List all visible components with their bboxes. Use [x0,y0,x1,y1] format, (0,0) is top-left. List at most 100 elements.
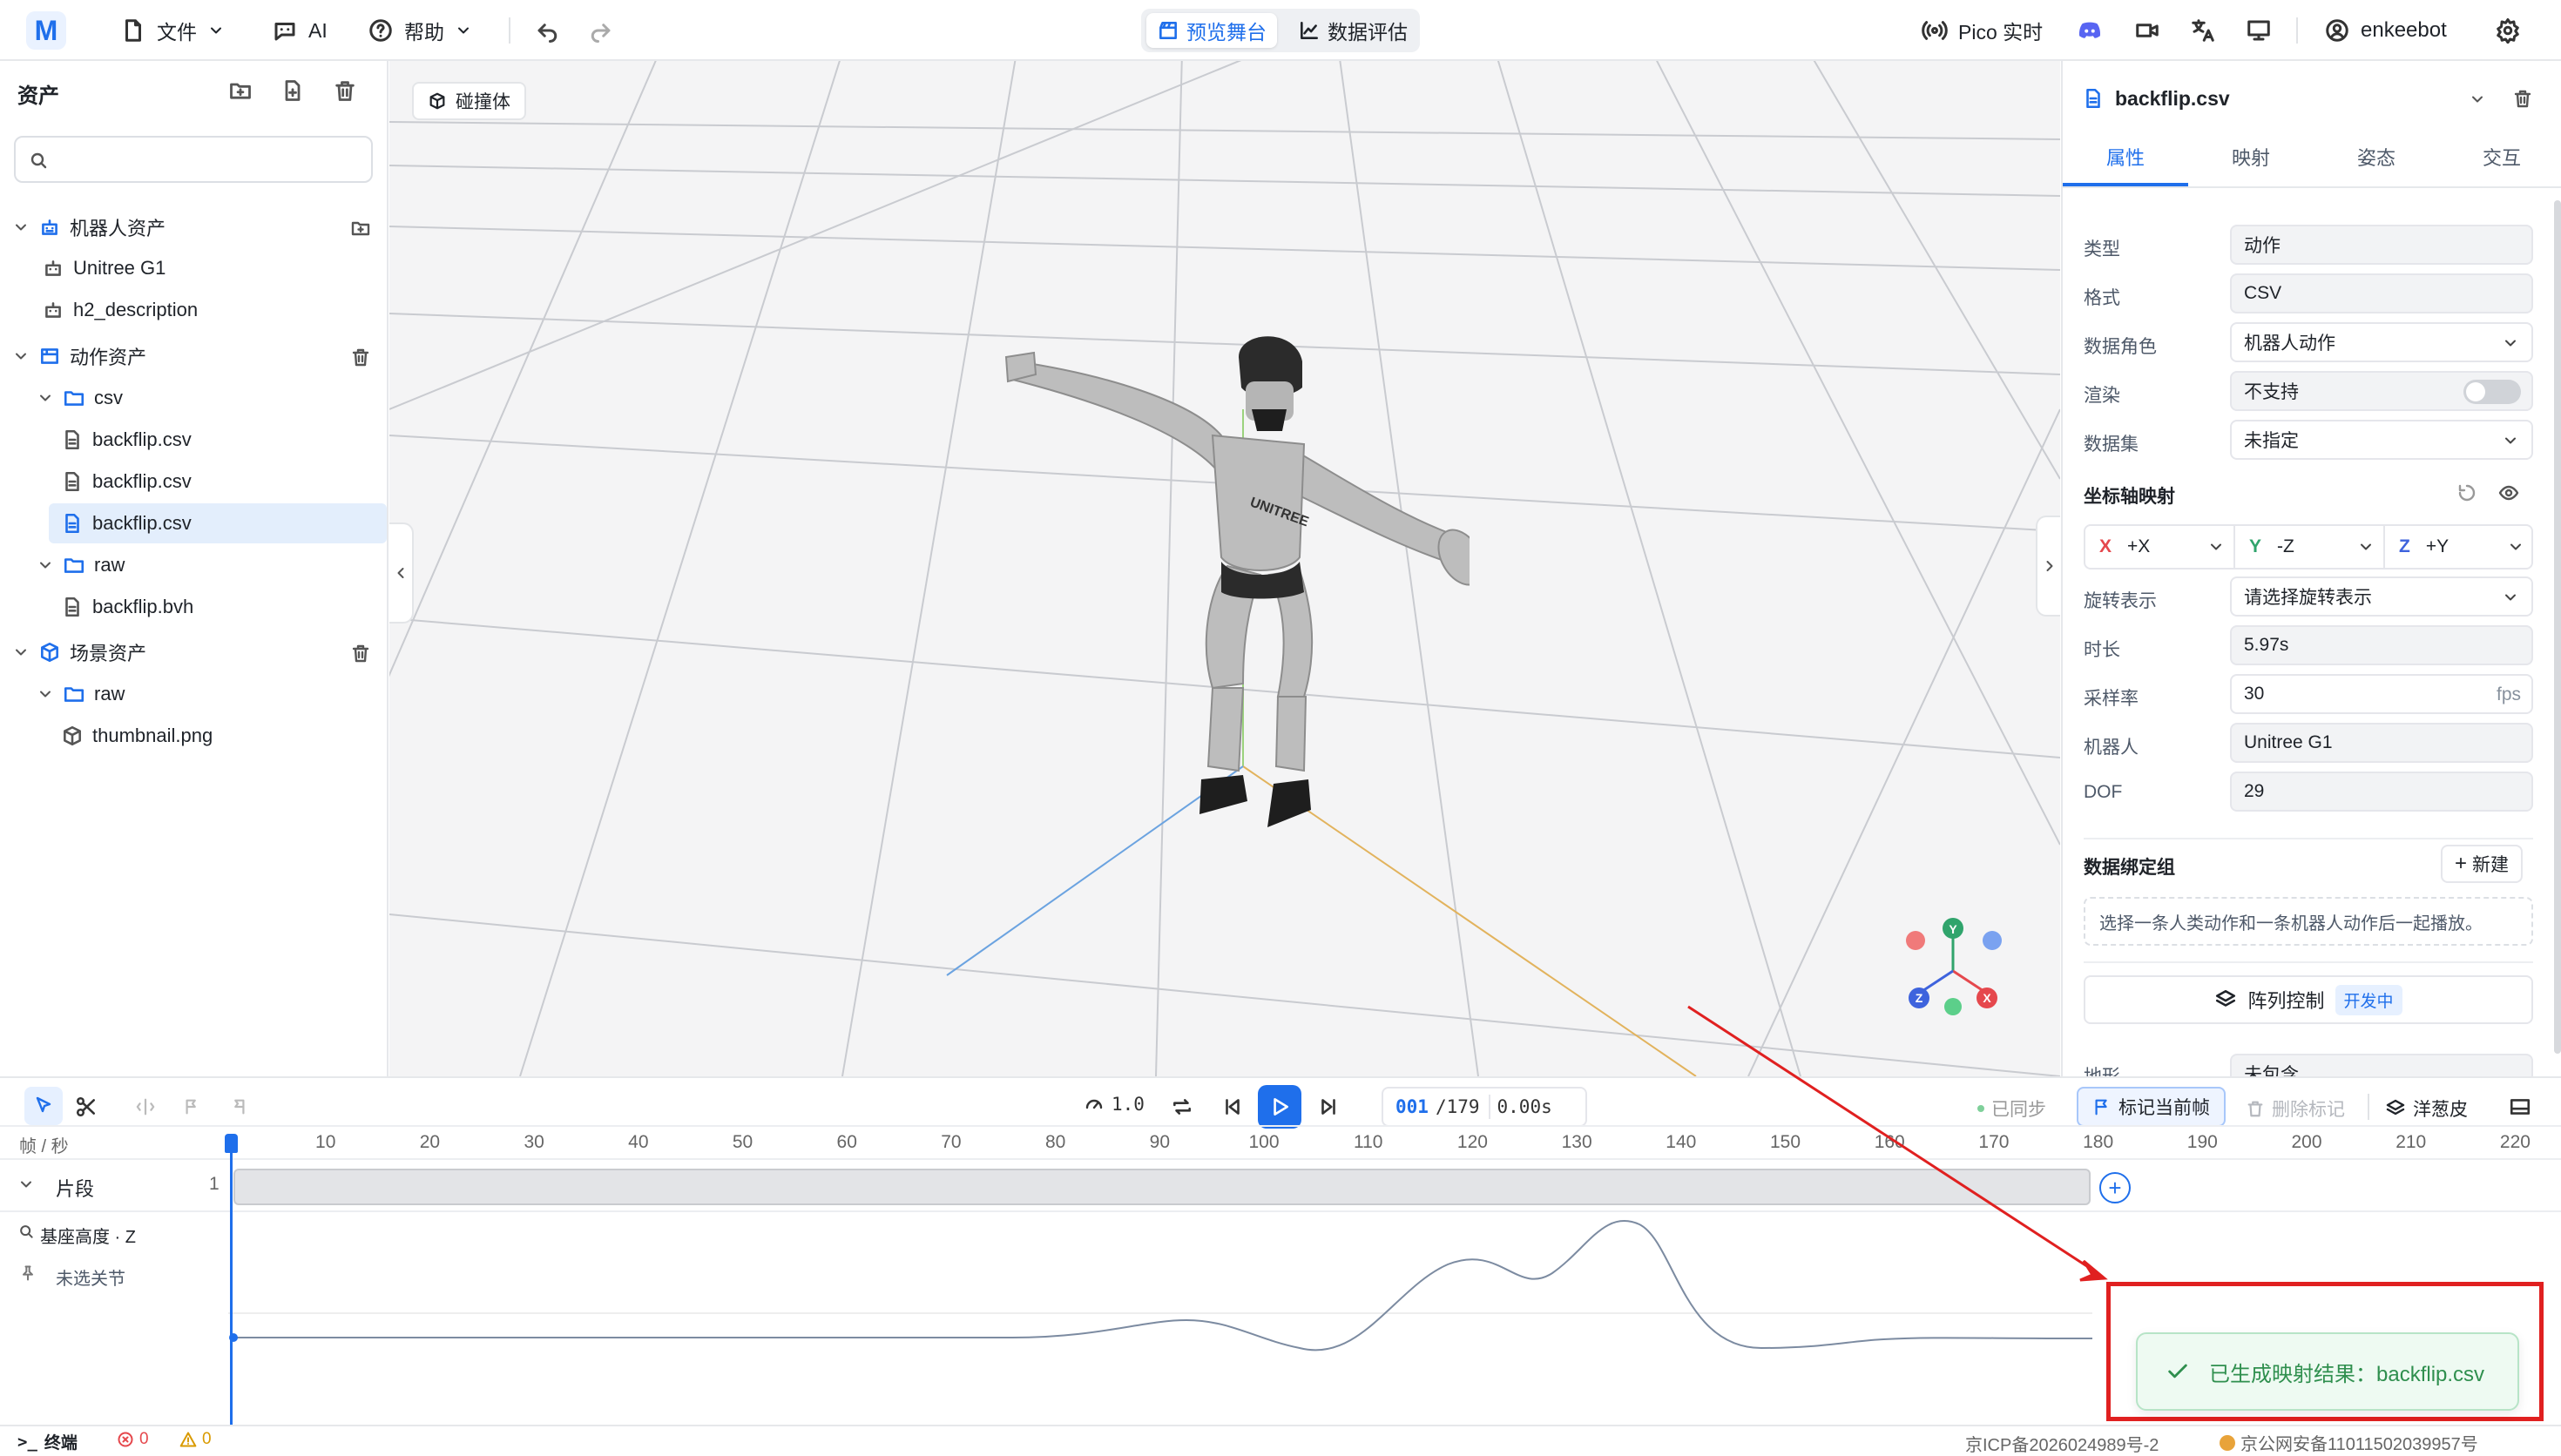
panel-scrollbar[interactable] [2554,200,2561,1054]
trash-icon[interactable] [350,643,371,664]
collapse-right-handle[interactable] [2036,516,2060,617]
error-count[interactable]: 0 [117,1430,149,1449]
new-binding-button[interactable]: + 新建 [2441,845,2524,883]
play-icon [1274,1098,1288,1116]
render-toggle[interactable] [2463,380,2521,404]
tab-preview-stage[interactable]: 预览舞台 [1146,13,1277,48]
tree-item-file[interactable]: backflip.csv [0,420,387,460]
video-icon[interactable] [2134,17,2160,44]
new-file-icon[interactable] [280,78,305,103]
tree-item-file-selected[interactable]: backflip.csv [49,503,387,543]
prop-label-dataset: 数据集 [2084,435,2139,455]
icp-link[interactable]: 京ICP备2026024989号-2 [1965,1431,2159,1456]
3d-viewport[interactable]: 碰撞体 UNITREE Y X Z [389,61,2060,1076]
tree-folder-raw[interactable]: raw [0,674,387,714]
discord-icon[interactable] [2077,17,2103,44]
error-icon [118,1432,133,1447]
array-control-button[interactable]: 阵列控制 开发中 [2084,975,2533,1024]
mark-in-icon[interactable] [183,1097,202,1116]
tab-data-eval[interactable]: 数据评估 [1287,13,1418,48]
tree-item-robot[interactable]: Unitree G1 [0,248,387,288]
select-tool[interactable] [24,1087,63,1125]
axis-x-select[interactable]: X +X [2085,526,2235,568]
tab-mapping[interactable]: 映射 [2188,139,2314,186]
terminal-toggle[interactable]: >_ 终端 [17,1430,78,1453]
chevron-down-icon[interactable] [2469,91,2486,108]
data-role-select[interactable]: 机器人动作 [2230,322,2533,362]
tree-group-motion-assets[interactable]: 动作资产 [0,336,387,376]
tree-item-file[interactable]: backflip.bvh [0,587,387,627]
trash-icon[interactable] [2512,88,2533,109]
user-menu[interactable]: enkeebot [2324,12,2447,49]
split-icon[interactable] [136,1097,155,1116]
tree-item-file[interactable]: thumbnail.png [0,716,387,756]
playhead-handle[interactable] [225,1134,238,1153]
tree-group-robot-assets[interactable]: 机器人资产 [0,207,387,247]
tree-folder-raw[interactable]: raw [0,545,387,585]
search-input[interactable] [57,145,362,174]
ruler-tick-label: 60 [836,1132,857,1152]
delete-mark-button[interactable]: 删除标记 [2246,1095,2345,1122]
gear-icon[interactable] [2495,17,2521,44]
binding-title: 数据绑定组 [2084,858,2175,878]
rotation-select[interactable]: 请选择旋转表示 [2230,576,2533,617]
police-link[interactable]: 京公网安备11011502039957号 [2220,1430,2478,1455]
loop-icon[interactable] [1171,1095,1193,1118]
skip-back-icon[interactable] [1221,1095,1244,1118]
reset-icon[interactable] [2456,482,2477,503]
file-icon [125,19,141,42]
axis-mapping-row: X +X Y -Z Z +Y [2084,524,2533,570]
skip-forward-icon[interactable] [1317,1095,1340,1118]
prop-label-dof: DOF [2084,782,2123,802]
collider-button[interactable]: 碰撞体 [412,82,526,120]
monitor-icon[interactable] [2246,17,2272,44]
ai-menu[interactable]: AI [272,12,328,49]
pico-live-button[interactable]: Pico 实时 [1922,12,2043,49]
prop-value-type: 动作 [2230,225,2533,265]
prop-label-sample-rate: 采样率 [2084,689,2139,709]
mark-out-icon[interactable] [228,1097,247,1116]
collapse-left-handle[interactable] [389,522,414,624]
pin-icon [23,1265,33,1281]
axis-y-select[interactable]: Y -Z [2235,526,2385,568]
tab-interaction[interactable]: 交互 [2439,139,2561,186]
ruler[interactable] [0,1125,2561,1160]
search-box[interactable] [14,136,373,183]
add-folder-icon[interactable] [350,218,371,239]
onion-skin-button[interactable]: 洋葱皮 [2385,1095,2468,1122]
axis-mapping-title: 坐标轴映射 [2084,487,2175,507]
dataset-select[interactable]: 未指定 [2230,420,2533,460]
tab-properties[interactable]: 属性 [2063,139,2188,186]
tree-item-robot[interactable]: h2_description [0,290,387,330]
translate-icon[interactable] [2190,17,2216,44]
prop-label-duration: 时长 [2084,640,2120,660]
ruler-tick-label: 80 [1044,1132,1066,1152]
playback-speed[interactable]: 1.0 [1084,1094,1145,1115]
file-menu[interactable]: 文件 [120,12,225,49]
trash-icon[interactable] [333,78,357,103]
tree-folder-csv[interactable]: csv [0,378,387,418]
sample-rate-input[interactable]: 30 fps [2230,674,2533,714]
tree-group-scene-assets[interactable]: 场景资产 [0,632,387,672]
tree-item-file[interactable]: backflip.csv [0,462,387,502]
redo-icon[interactable] [587,17,613,44]
tab-pose[interactable]: 姿态 [2314,139,2439,186]
frame-time: 0.00s [1497,1096,1552,1117]
chevron-down-icon[interactable] [17,1176,35,1193]
panel-toggle-icon[interactable] [2509,1095,2531,1118]
warning-count[interactable]: 0 [179,1430,212,1449]
ruler-tick-label: 130 [1561,1132,1592,1152]
frame-current-input[interactable]: 001 [1395,1096,1429,1117]
axis-z-select[interactable]: Z +Y [2385,526,2533,568]
search-icon [20,1225,33,1238]
app-logo[interactable]: M [26,11,66,50]
scissors-icon[interactable] [75,1095,98,1118]
eye-icon[interactable] [2498,482,2519,503]
play-button[interactable] [1258,1085,1301,1129]
new-folder-icon[interactable] [228,78,253,103]
help-menu[interactable]: 帮助 [368,12,472,49]
ruler-tick-label: 10 [315,1132,336,1152]
undo-icon[interactable] [535,17,561,44]
ruler-tick-label: 100 [1248,1132,1280,1152]
trash-icon[interactable] [350,347,371,367]
